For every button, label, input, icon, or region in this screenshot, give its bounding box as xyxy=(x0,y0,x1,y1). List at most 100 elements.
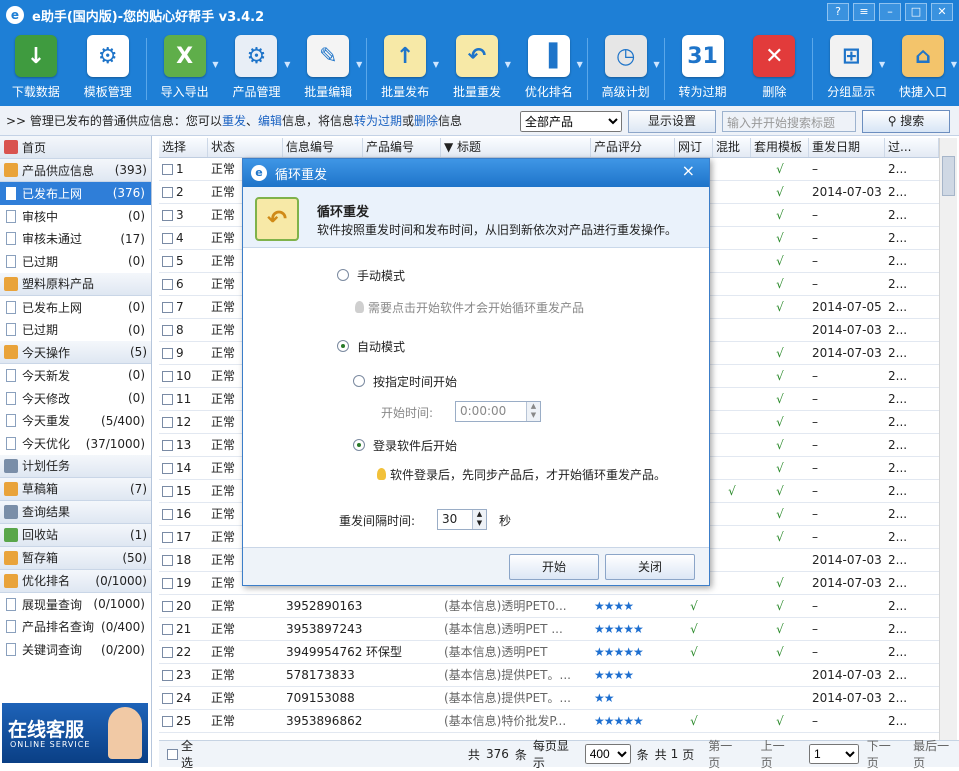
spinner-arrows-icon[interactable]: ▲ ▼ xyxy=(526,402,540,421)
sidebar-group-rank[interactable]: 优化排名 (0/1000) xyxy=(0,569,151,593)
toolbar-button[interactable]: ⚙ 模板管理 xyxy=(72,30,144,100)
dropdown-arrow-icon[interactable]: ▼ xyxy=(433,60,439,69)
sidebar-group-recycle[interactable]: 回收站 (1) xyxy=(0,523,151,547)
dropdown-arrow-icon[interactable]: ▼ xyxy=(951,60,957,69)
table-row[interactable]: 25 正常 39538968620 (基本信息)特价批发P... ★★★★★ √ √ – 2..… xyxy=(159,710,939,733)
interval-spinner[interactable]: 30 ▲ ▼ xyxy=(437,509,487,530)
sidebar-item[interactable]: 已发布上网 (376) xyxy=(0,182,151,205)
row-checkbox[interactable] xyxy=(162,440,173,451)
sidebar-item[interactable]: 今天修改 (0) xyxy=(0,387,151,410)
column-header[interactable]: 状态 xyxy=(208,138,283,157)
dropdown-arrow-icon[interactable]: ▼ xyxy=(577,60,583,69)
row-checkbox[interactable] xyxy=(162,670,173,681)
row-checkbox[interactable] xyxy=(162,279,173,290)
row-checkbox[interactable] xyxy=(162,647,173,658)
toolbar-button[interactable]: ◷ 高级计划 ▼ xyxy=(590,30,662,100)
per-page-select[interactable]: 400 xyxy=(584,744,631,764)
sidebar-item[interactable]: 已发布上网 (0) xyxy=(0,296,151,319)
expire-link[interactable]: 转为过期 xyxy=(354,112,402,129)
table-row[interactable]: 22 正常 39499547623 环保型 (基本信息)透明PET ★★★★★ √ √ – 2..… xyxy=(159,641,939,664)
sidebar-group-drafts[interactable]: 草稿箱 (7) xyxy=(0,477,151,501)
toolbar-button[interactable]: ↶ 批量重发 ▼ xyxy=(441,30,513,100)
sidebar-group-temp[interactable]: 暂存箱 (50) xyxy=(0,546,151,570)
row-checkbox[interactable] xyxy=(162,348,173,359)
column-header[interactable]: 选择 xyxy=(159,138,208,157)
sidebar-item[interactable]: 关键词查询 (0/200) xyxy=(0,638,151,661)
scrollbar-thumb[interactable] xyxy=(942,156,955,196)
menu-button[interactable]: ≡ xyxy=(853,3,875,21)
table-row[interactable]: 21 正常 39538972436 (基本信息)透明PET ... ★★★★★ √ √ – 2.… xyxy=(159,618,939,641)
row-checkbox[interactable] xyxy=(162,233,173,244)
maximize-button[interactable]: □ xyxy=(905,3,927,21)
start-button[interactable]: 开始 xyxy=(509,554,599,580)
column-header[interactable]: 套用模板 xyxy=(751,138,809,157)
toolbar-button[interactable]: ⊞ 分组显示 ▼ xyxy=(815,30,887,100)
row-checkbox[interactable] xyxy=(162,302,173,313)
sidebar-item[interactable]: 审核中 (0) xyxy=(0,205,151,228)
dropdown-arrow-icon[interactable]: ▼ xyxy=(505,60,511,69)
toolbar-button[interactable]: 31 转为过期 xyxy=(667,30,739,100)
last-page-button[interactable]: 最后一页 xyxy=(913,737,959,771)
sidebar-group-supply[interactable]: 产品供应信息 (393) xyxy=(0,159,151,182)
login-start-radio[interactable] xyxy=(353,439,365,451)
column-header[interactable]: 网订 xyxy=(675,138,713,157)
row-checkbox[interactable] xyxy=(162,187,173,198)
next-page-button[interactable]: 下一页 xyxy=(867,737,901,771)
manual-mode-radio[interactable] xyxy=(337,269,349,281)
toolbar-button[interactable]: ⌂ 快捷入口 ▼ xyxy=(887,30,959,100)
spinner-arrows-icon[interactable]: ▲ ▼ xyxy=(472,510,486,529)
table-scrollbar[interactable] xyxy=(939,138,957,740)
column-header[interactable]: 信息编号 xyxy=(283,138,363,157)
product-filter-select[interactable]: 全部产品 xyxy=(520,111,622,132)
row-checkbox[interactable] xyxy=(162,164,173,175)
toolbar-button[interactable]: ⚙ 产品管理 ▼ xyxy=(221,30,293,100)
online-service-banner[interactable]: 在线客服 ONLINE SERVICE xyxy=(2,703,148,763)
row-checkbox[interactable] xyxy=(162,463,173,474)
sidebar-item[interactable]: 今天优化 (37/1000) xyxy=(0,432,151,455)
row-checkbox[interactable] xyxy=(162,210,173,221)
select-all-checkbox[interactable] xyxy=(167,747,181,761)
dropdown-arrow-icon[interactable]: ▼ xyxy=(879,60,885,69)
row-checkbox[interactable] xyxy=(162,716,173,727)
row-checkbox[interactable] xyxy=(162,693,173,704)
dropdown-arrow-icon[interactable]: ▼ xyxy=(356,60,362,69)
start-time-spinner[interactable]: 0:00:00 ▲ ▼ xyxy=(455,401,541,422)
sidebar-item[interactable]: 已过期 (0) xyxy=(0,250,151,273)
column-header[interactable]: 混批 xyxy=(713,138,751,157)
republish-link[interactable]: 重发 xyxy=(222,112,246,129)
sidebar-home[interactable]: 首页 xyxy=(0,136,151,159)
column-header[interactable]: ▼ 标题 xyxy=(441,138,591,157)
dropdown-arrow-icon[interactable]: ▼ xyxy=(212,60,218,69)
toolbar-button[interactable]: ↑ 批量发布 ▼ xyxy=(369,30,441,100)
sidebar-group-query[interactable]: 查询结果 xyxy=(0,500,151,524)
table-row[interactable]: 23 正常 578173833 (基本信息)提供PET。... ★★★★ 2014-07-… xyxy=(159,664,939,687)
timed-start-radio[interactable] xyxy=(353,375,365,387)
sidebar-item[interactable]: 审核未通过 (17) xyxy=(0,227,151,250)
dropdown-arrow-icon[interactable]: ▼ xyxy=(653,60,659,69)
help-button[interactable]: ? xyxy=(827,3,849,21)
auto-mode-radio[interactable] xyxy=(337,340,349,352)
toolbar-button[interactable]: ↓ 下载数据 xyxy=(0,30,72,100)
search-button[interactable]: ⚲ 搜索 xyxy=(862,110,950,133)
table-row[interactable]: 20 正常 39528901632 (基本信息)透明PET0... ★★★★ √ √ – 2..… xyxy=(159,595,939,618)
row-checkbox[interactable] xyxy=(162,578,173,589)
row-checkbox[interactable] xyxy=(162,509,173,520)
row-checkbox[interactable] xyxy=(162,601,173,612)
sidebar-item[interactable]: 展现量查询 (0/1000) xyxy=(0,593,151,616)
column-header[interactable]: 过... xyxy=(885,138,939,157)
dialog-close-icon[interactable]: × xyxy=(682,161,695,180)
row-checkbox[interactable] xyxy=(162,624,173,635)
row-checkbox[interactable] xyxy=(162,532,173,543)
sidebar-item[interactable]: 已过期 (0) xyxy=(0,318,151,341)
delete-link[interactable]: 删除 xyxy=(414,112,438,129)
column-header[interactable]: 产品编号 xyxy=(363,138,441,157)
row-checkbox[interactable] xyxy=(162,486,173,497)
sidebar-item[interactable]: 今天新发 (0) xyxy=(0,364,151,387)
sidebar-group-plastic[interactable]: 塑料原料产品 xyxy=(0,272,151,296)
column-header[interactable]: 重发日期 xyxy=(809,138,885,157)
close-window-button[interactable]: ✕ xyxy=(931,3,953,21)
row-checkbox[interactable] xyxy=(162,555,173,566)
row-checkbox[interactable] xyxy=(162,417,173,428)
table-row[interactable]: 24 正常 709153088 (基本信息)提供PET。... ★★ 2014-07-03… xyxy=(159,687,939,710)
dropdown-arrow-icon[interactable]: ▼ xyxy=(284,60,290,69)
